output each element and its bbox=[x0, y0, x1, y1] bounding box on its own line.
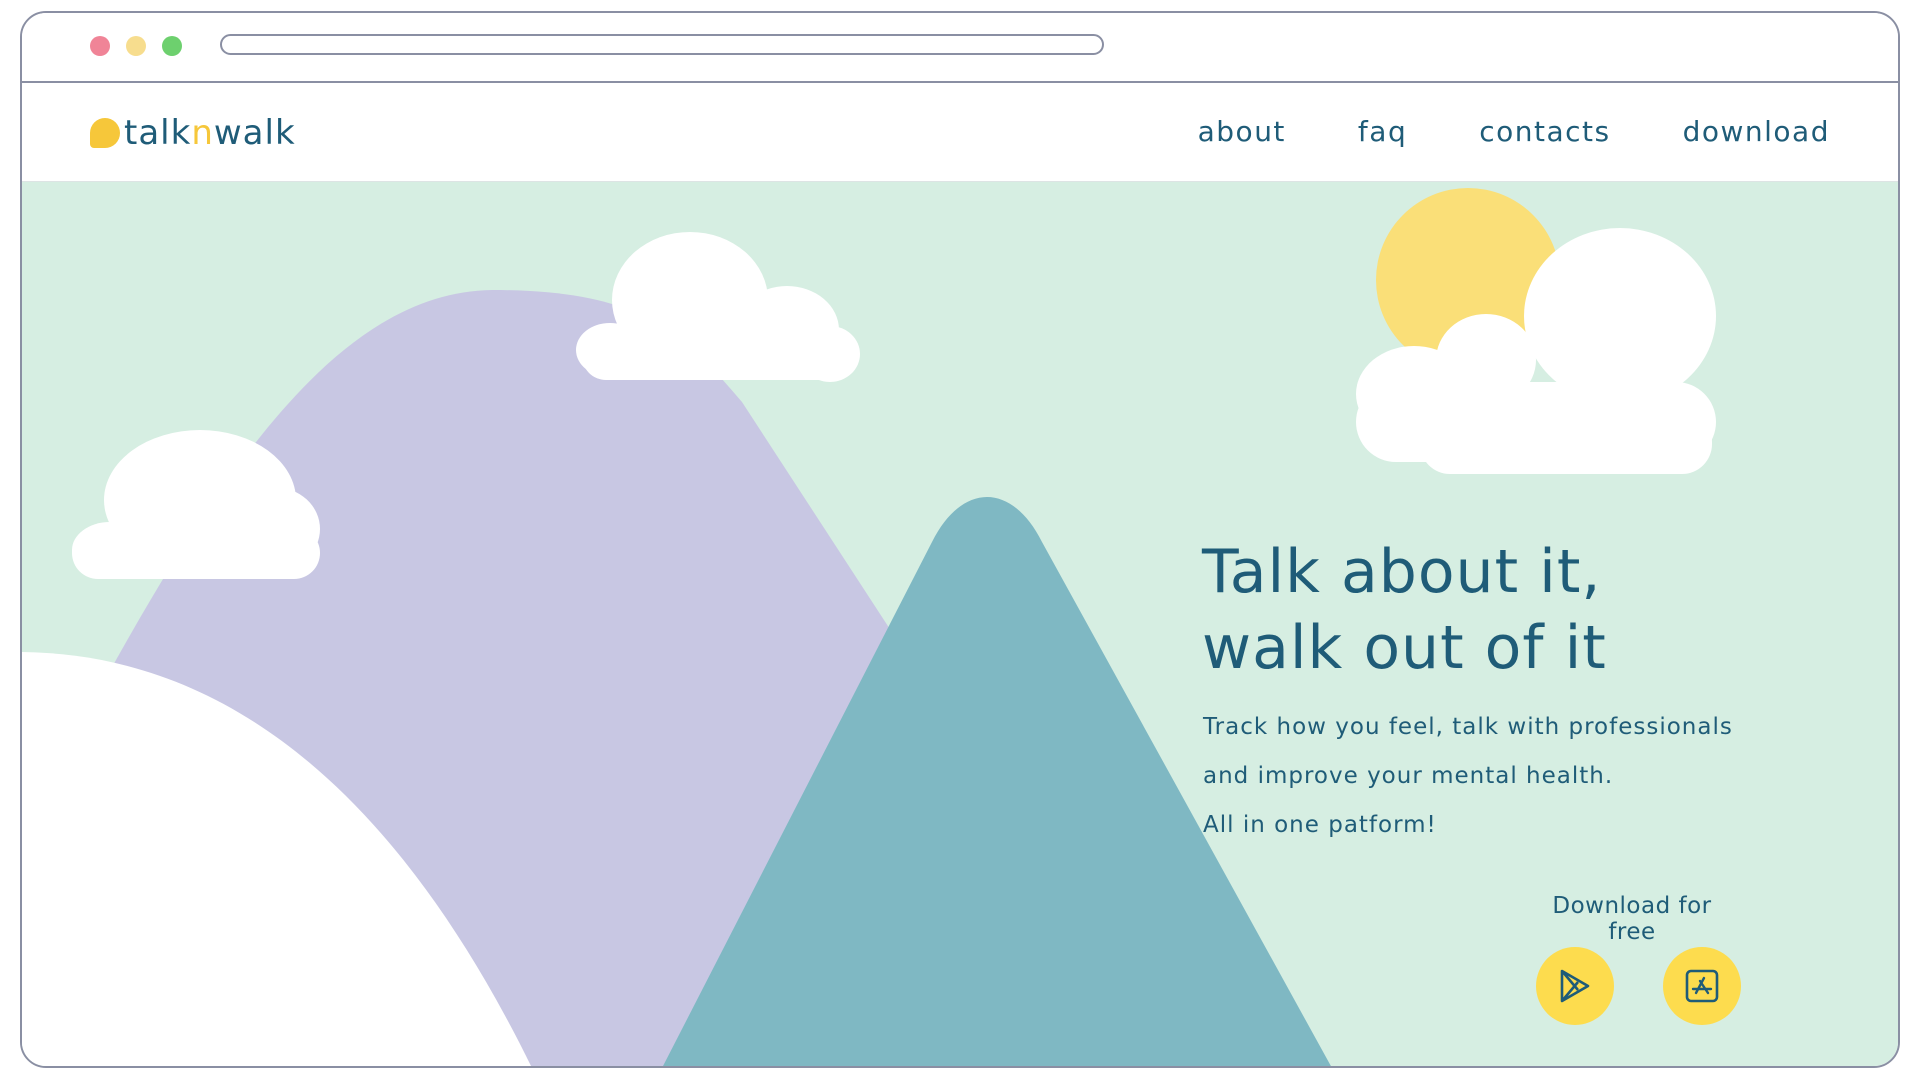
maximize-window-dot[interactable] bbox=[162, 36, 182, 56]
tagline-line-3: All in one patform! bbox=[1203, 812, 1437, 838]
main-nav: about faq contacts download bbox=[1198, 115, 1830, 148]
speech-bubble-logo-icon bbox=[90, 118, 120, 148]
site-header: talknwalk about faq contacts download bbox=[22, 83, 1898, 182]
close-window-dot[interactable] bbox=[90, 36, 110, 56]
hero-section: Talk about it, walk out of it Track how … bbox=[22, 182, 1898, 1066]
play-store-icon bbox=[1560, 969, 1590, 1003]
logo[interactable]: talknwalk bbox=[90, 113, 296, 153]
address-bar[interactable] bbox=[220, 34, 1104, 55]
download-label: Download for free bbox=[1552, 893, 1712, 945]
nav-contacts[interactable]: contacts bbox=[1479, 115, 1610, 148]
tagline-line-2: and improve your mental health. bbox=[1203, 763, 1614, 789]
browser-window: talknwalk about faq contacts download Ta… bbox=[20, 11, 1900, 1068]
headline-line-1: Talk about it, bbox=[1202, 537, 1602, 607]
nav-download[interactable]: download bbox=[1683, 115, 1830, 148]
tagline-line-1: Track how you feel, talk with profession… bbox=[1203, 714, 1733, 740]
headline-line-2: walk out of it bbox=[1202, 613, 1607, 683]
logo-text: talknwalk bbox=[124, 113, 296, 153]
hero-tagline: Track how you feel, talk with profession… bbox=[1203, 703, 1733, 850]
nav-faq[interactable]: faq bbox=[1358, 115, 1407, 148]
app-store-icon bbox=[1685, 969, 1719, 1003]
minimize-window-dot[interactable] bbox=[126, 36, 146, 56]
app-store-button[interactable] bbox=[1663, 947, 1741, 1025]
nav-about[interactable]: about bbox=[1198, 115, 1286, 148]
browser-chrome bbox=[22, 13, 1898, 83]
hero-headline: Talk about it, walk out of it bbox=[1202, 534, 1607, 686]
google-play-button[interactable] bbox=[1536, 947, 1614, 1025]
